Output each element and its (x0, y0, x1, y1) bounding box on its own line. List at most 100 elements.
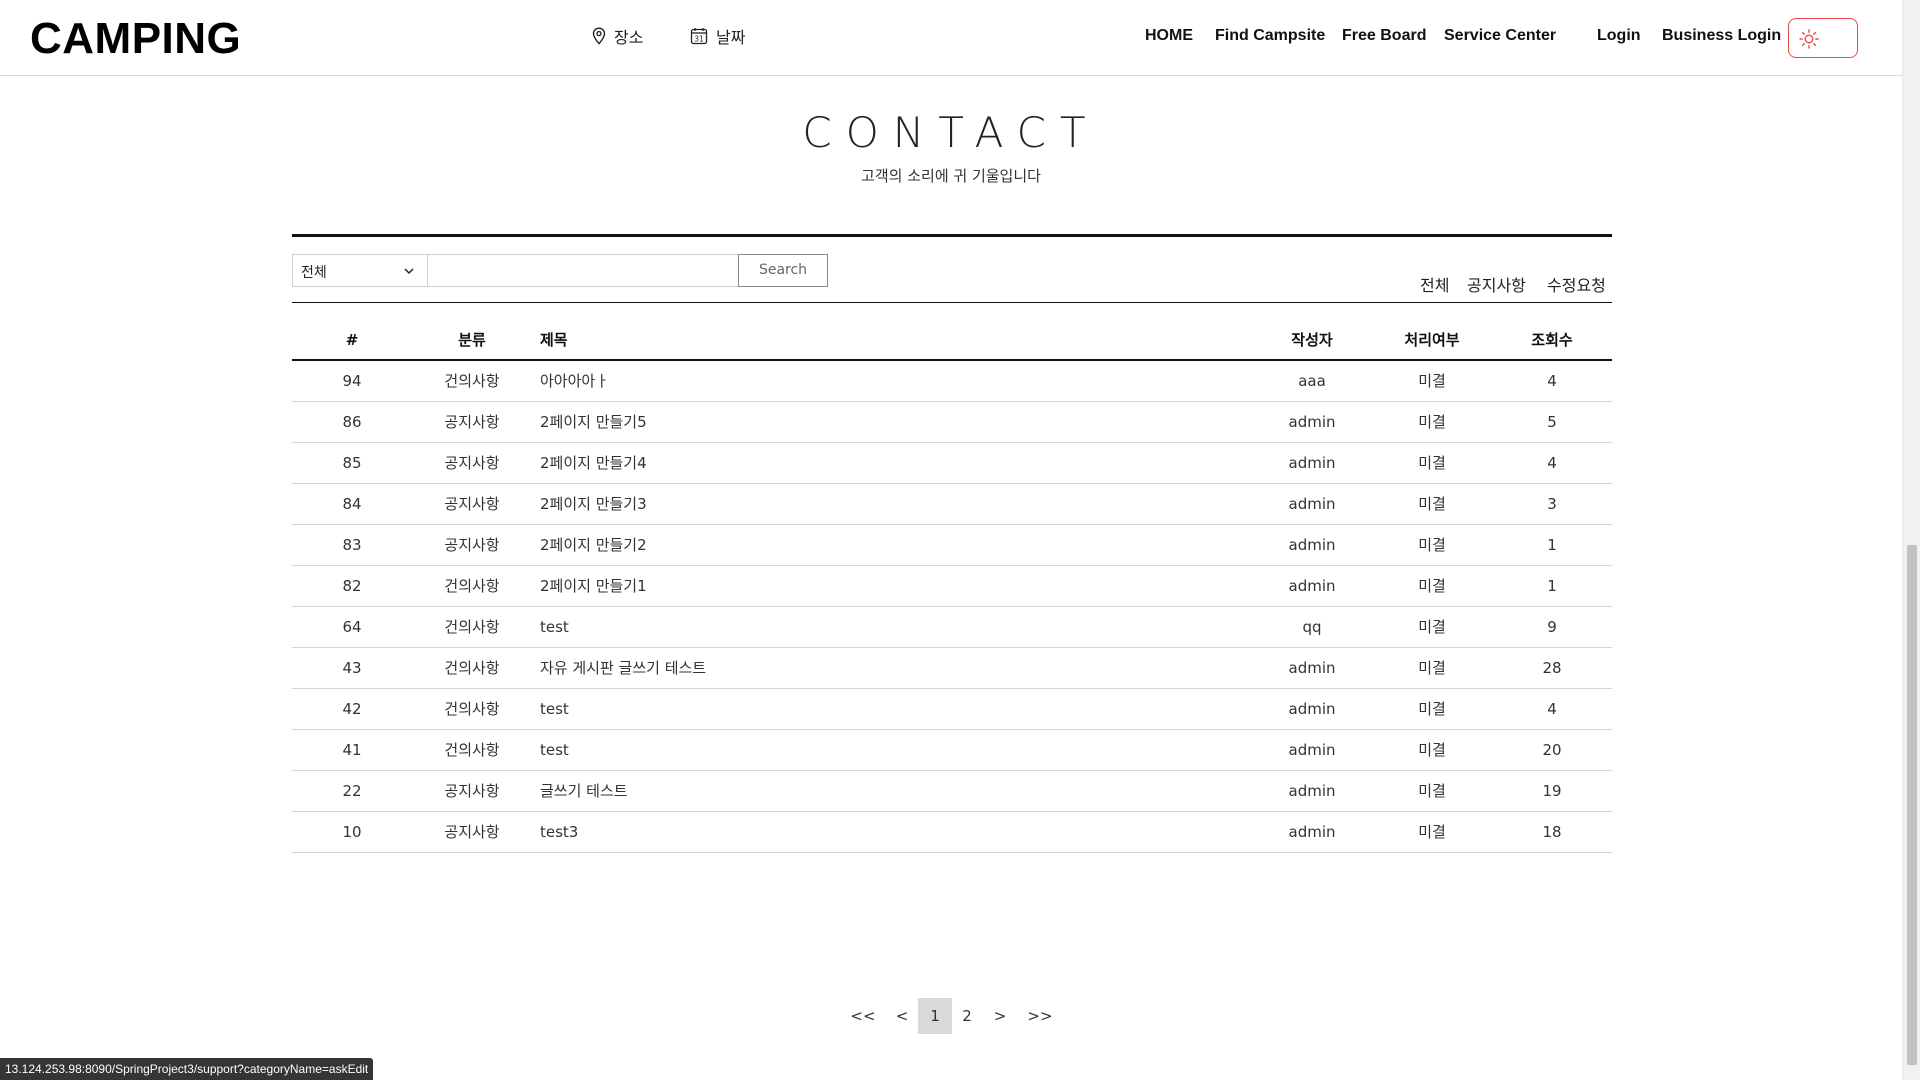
site-logo[interactable]: CAMPING (30, 14, 241, 64)
cell-category: 건의사항 (444, 659, 500, 677)
nav-home[interactable]: HOME (1145, 27, 1193, 45)
cell-writer: aaa (1298, 372, 1326, 390)
cell-writer: admin (1288, 495, 1336, 513)
cell-writer: admin (1288, 413, 1336, 431)
table-row[interactable]: 84 공지사항 2페이지 만들기3 admin 미결 3 (292, 484, 1612, 525)
calendar-icon: 31 (690, 27, 708, 45)
vertical-scrollbar[interactable] (1902, 0, 1920, 1080)
cell-status: 미결 (1418, 700, 1446, 718)
cell-status: 미결 (1418, 618, 1446, 636)
header-title: 제목 (540, 331, 568, 349)
cell-category: 건의사항 (444, 372, 500, 390)
cell-status: 미결 (1418, 782, 1446, 800)
cell-views: 19 (1542, 782, 1562, 800)
cell-category: 건의사항 (444, 618, 500, 636)
page-2[interactable]: 2 (952, 998, 982, 1034)
cell-views: 9 (1547, 618, 1557, 636)
cell-title[interactable]: 2페이지 만들기3 (540, 484, 1240, 525)
cell-num: 64 (342, 618, 362, 636)
table-header: # 분류 제목 작성자 처리여부 조회수 (292, 320, 1612, 361)
nav-free-board[interactable]: Free Board (1342, 27, 1426, 45)
cell-status: 미결 (1418, 536, 1446, 554)
page-title: CONTACT (802, 108, 1100, 157)
filter-edit-request[interactable]: 수정요청 (1547, 272, 1606, 296)
place-label: 장소 (614, 28, 644, 47)
page-first[interactable]: << (848, 998, 878, 1034)
category-select[interactable]: 전체 (292, 254, 428, 287)
table-row[interactable]: 64 건의사항 test qq 미결 9 (292, 607, 1612, 648)
cell-title[interactable]: test (540, 607, 1240, 648)
map-pin-icon (592, 27, 606, 45)
table-row[interactable]: 82 건의사항 2페이지 만들기1 admin 미결 1 (292, 566, 1612, 607)
cell-writer: admin (1288, 823, 1336, 841)
date-label: 날짜 (716, 28, 746, 47)
cell-views: 4 (1547, 372, 1557, 390)
table-row[interactable]: 41 건의사항 test admin 미결 20 (292, 730, 1612, 771)
table-row[interactable]: 94 건의사항 아아아아ㅏ aaa 미결 4 (292, 361, 1612, 402)
page-last[interactable]: >> (1024, 998, 1056, 1034)
section-divider (292, 234, 1612, 237)
cell-title[interactable]: 2페이지 만들기4 (540, 443, 1240, 484)
table-row[interactable]: 22 공지사항 글쓰기 테스트 admin 미결 19 (292, 771, 1612, 812)
table-row[interactable]: 83 공지사항 2페이지 만들기2 admin 미결 1 (292, 525, 1612, 566)
cell-status: 미결 (1418, 454, 1446, 472)
table-row[interactable]: 86 공지사항 2페이지 만들기5 admin 미결 5 (292, 402, 1612, 443)
table-row[interactable]: 85 공지사항 2페이지 만들기4 admin 미결 4 (292, 443, 1612, 484)
cell-title[interactable]: test (540, 689, 1240, 730)
cell-category: 공지사항 (444, 536, 500, 554)
cell-writer: admin (1288, 577, 1336, 595)
filter-notice[interactable]: 공지사항 (1467, 272, 1526, 296)
cell-writer: admin (1288, 782, 1336, 800)
nav-find-campsite[interactable]: Find Campsite (1215, 27, 1325, 45)
cell-writer: admin (1288, 741, 1336, 759)
cell-writer: admin (1288, 700, 1336, 718)
header-num: # (345, 331, 359, 349)
table-row[interactable]: 43 건의사항 자유 게시판 글쓰기 테스트 admin 미결 28 (292, 648, 1612, 689)
calendar-day: 31 (694, 34, 704, 43)
cell-title[interactable]: 2페이지 만들기5 (540, 402, 1240, 443)
status-bar-url: 13.124.253.98:8090/SpringProject3/suppor… (0, 1058, 374, 1080)
cell-category: 공지사항 (444, 495, 500, 513)
cell-writer: admin (1288, 454, 1336, 472)
table-row[interactable]: 10 공지사항 test3 admin 미결 18 (292, 812, 1612, 853)
cell-views: 4 (1547, 700, 1557, 718)
page-subtitle: 고객의 소리에 귀 기울입니다 (861, 167, 1041, 185)
date-picker[interactable]: 31 날짜 (690, 24, 745, 48)
cell-num: 42 (342, 700, 362, 718)
cell-title[interactable]: 글쓰기 테스트 (540, 771, 1240, 812)
search-button[interactable]: Search (738, 254, 828, 287)
cell-views: 1 (1547, 577, 1557, 595)
cell-writer: qq (1302, 618, 1322, 636)
chevron-down-icon (403, 265, 415, 281)
cell-views: 28 (1542, 659, 1562, 677)
cell-num: 94 (342, 372, 362, 390)
cell-title[interactable]: test (540, 730, 1240, 771)
category-select-value: 전체 (301, 265, 327, 281)
cell-num: 84 (342, 495, 362, 513)
cell-status: 미결 (1418, 823, 1446, 841)
place-picker[interactable]: 장소 (592, 24, 643, 48)
cell-title[interactable]: 2페이지 만들기1 (540, 566, 1240, 607)
cell-title[interactable]: 자유 게시판 글쓰기 테스트 (540, 648, 1240, 689)
nav-service-center[interactable]: Service Center (1444, 27, 1556, 45)
cell-title[interactable]: 2페이지 만들기2 (540, 525, 1240, 566)
page-1[interactable]: 1 (918, 998, 952, 1034)
page-prev[interactable]: < (888, 998, 916, 1034)
table-row[interactable]: 42 건의사항 test admin 미결 4 (292, 689, 1612, 730)
cell-status: 미결 (1418, 577, 1446, 595)
cell-num: 41 (342, 741, 362, 759)
nav-business-login[interactable]: Business Login (1662, 27, 1781, 45)
cell-title[interactable]: 아아아아ㅏ (540, 361, 1240, 402)
contact-table: # 분류 제목 작성자 처리여부 조회수 94 건의사항 아아아아ㅏ aaa 미… (292, 320, 1612, 853)
scrollbar-thumb[interactable] (1907, 545, 1917, 1065)
cell-category: 건의사항 (444, 577, 500, 595)
cell-title[interactable]: test3 (540, 812, 1240, 853)
cell-writer: admin (1288, 659, 1336, 677)
theme-toggle-button[interactable] (1788, 18, 1858, 58)
search-input[interactable] (428, 254, 739, 287)
page-next[interactable]: > (986, 998, 1014, 1034)
nav-login[interactable]: Login (1597, 27, 1641, 45)
filter-all[interactable]: 전체 (1420, 272, 1449, 296)
cell-category: 공지사항 (444, 413, 500, 431)
search-divider (292, 302, 1612, 303)
